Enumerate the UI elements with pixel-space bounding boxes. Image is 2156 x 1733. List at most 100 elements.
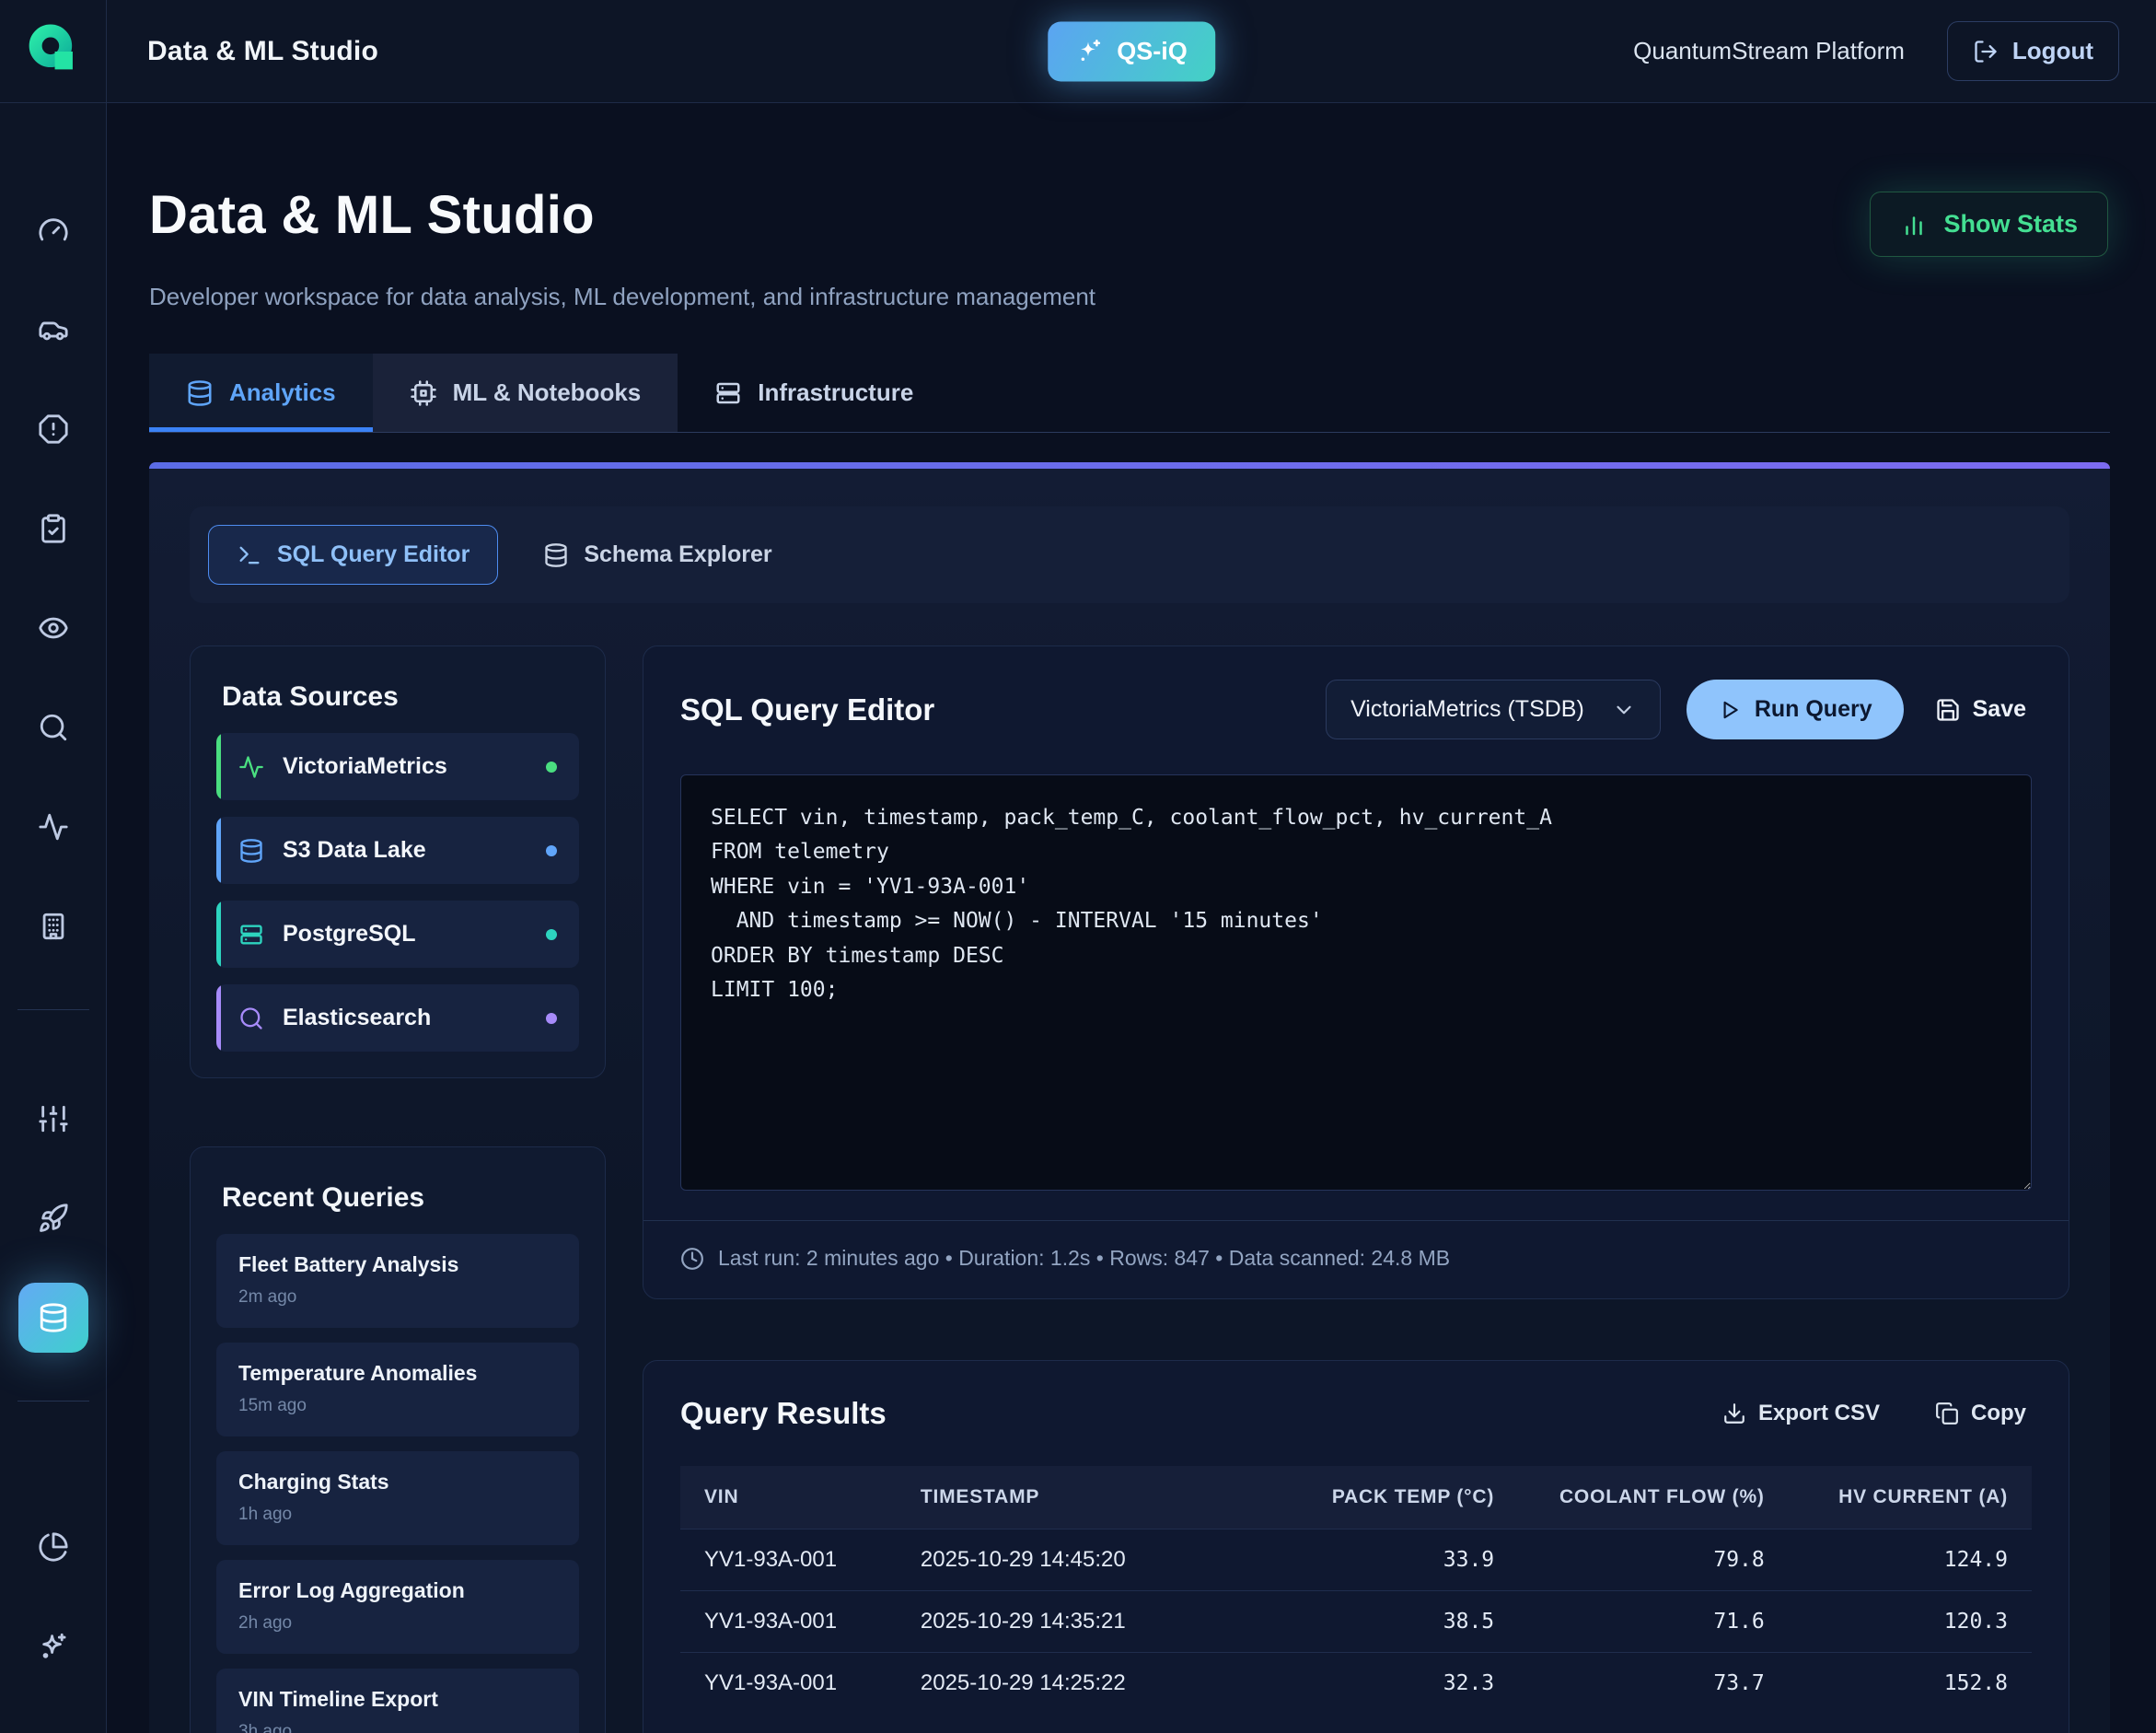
- tab-label: Infrastructure: [758, 378, 913, 407]
- recent-query-time: 2h ago: [238, 1613, 557, 1634]
- query-results-panel: Query Results Export CSV Copy: [643, 1360, 2069, 1733]
- save-query-button[interactable]: Save: [1930, 695, 2032, 724]
- data-source-postgresql[interactable]: PostgreSQL: [216, 901, 579, 968]
- copy-results-button[interactable]: Copy: [1930, 1400, 2032, 1427]
- brand-logo: [0, 0, 107, 102]
- hero-row: Data & ML Studio Show Stats: [149, 184, 2110, 257]
- show-stats-button[interactable]: Show Stats: [1870, 192, 2108, 257]
- sidebar-item-controls[interactable]: [18, 1084, 88, 1154]
- chevron-down-icon: [1612, 698, 1636, 722]
- query-status-text: Last run: 2 minutes ago • Duration: 1.2s…: [718, 1246, 1450, 1271]
- export-csv-button[interactable]: Export CSV: [1717, 1400, 1885, 1427]
- recent-query-name: VIN Timeline Export: [238, 1687, 557, 1712]
- recent-query-time: 15m ago: [238, 1396, 557, 1416]
- play-icon: [1718, 698, 1742, 722]
- tab-bar: Analytics ML & Notebooks Infrastructure: [149, 354, 2110, 433]
- column-header-pack-temp: PACK TEMP (°C): [1261, 1466, 1518, 1529]
- server-icon: [238, 922, 264, 948]
- export-csv-label: Export CSV: [1758, 1401, 1880, 1426]
- recent-query-name: Temperature Anomalies: [238, 1361, 557, 1386]
- save-icon: [1935, 697, 1961, 723]
- sidebar-item-alerts[interactable]: [18, 394, 88, 464]
- right-column: SQL Query Editor VictoriaMetrics (TSDB) …: [643, 646, 2069, 1733]
- sql-editor-controls: VictoriaMetrics (TSDB) Run Query Save: [1326, 680, 2032, 739]
- sidebar-item-dashboard[interactable]: [18, 195, 88, 265]
- eye-icon: [38, 612, 69, 644]
- tab-analytics[interactable]: Analytics: [149, 354, 373, 432]
- sidebar-item-tasks[interactable]: [18, 494, 88, 564]
- query-status-bar: Last run: 2 minutes ago • Duration: 1.2s…: [643, 1220, 2069, 1298]
- sidebar-item-assistant[interactable]: [18, 1611, 88, 1681]
- sidebar-item-facilities[interactable]: [18, 891, 88, 961]
- cell-vin: YV1-93A-001: [680, 1591, 897, 1653]
- logout-label: Logout: [2012, 37, 2093, 65]
- cell-timestamp: 2025-10-29 14:45:20: [897, 1529, 1261, 1591]
- sql-editor-panel: SQL Query Editor VictoriaMetrics (TSDB) …: [643, 646, 2069, 1299]
- data-source-elasticsearch[interactable]: Elasticsearch: [216, 984, 579, 1052]
- save-label: Save: [1973, 696, 2026, 723]
- recent-query-item[interactable]: VIN Timeline Export 3h ago: [216, 1669, 579, 1733]
- database-icon: [543, 542, 569, 568]
- query-results-title: Query Results: [680, 1396, 887, 1431]
- show-stats-label: Show Stats: [1943, 210, 2078, 238]
- sidebar-item-telemetry[interactable]: [18, 792, 88, 862]
- cell-coolant-flow: 73.7: [1518, 1653, 1789, 1715]
- tab-ml-notebooks[interactable]: ML & Notebooks: [373, 354, 678, 432]
- tab-label: Analytics: [229, 378, 336, 407]
- database-icon: [38, 1302, 69, 1333]
- database-icon: [238, 838, 264, 864]
- sidebar-item-vehicles[interactable]: [18, 295, 88, 365]
- recent-query-name: Fleet Battery Analysis: [238, 1252, 557, 1277]
- cell-vin: YV1-93A-001: [680, 1653, 897, 1715]
- data-source-s3-data-lake[interactable]: S3 Data Lake: [216, 817, 579, 884]
- datasource-select[interactable]: VictoriaMetrics (TSDB): [1326, 680, 1661, 739]
- activity-icon: [238, 754, 264, 780]
- tab-infrastructure[interactable]: Infrastructure: [678, 354, 950, 432]
- clipboard-check-icon: [38, 513, 69, 544]
- sparkles-icon: [1075, 38, 1103, 65]
- recent-query-item[interactable]: Temperature Anomalies 15m ago: [216, 1343, 579, 1436]
- top-bar-right: QuantumStream Platform Logout: [1633, 21, 2156, 81]
- sql-query-editor-toggle[interactable]: SQL Query Editor: [208, 525, 498, 585]
- sidebar-item-analytics[interactable]: [18, 1512, 88, 1582]
- data-source-name: Elasticsearch: [283, 1005, 431, 1031]
- table-row: YV1-93A-001 2025-10-29 14:45:20 33.9 79.…: [680, 1529, 2032, 1591]
- status-dot: [546, 845, 557, 856]
- page-title: Data & ML Studio: [149, 184, 595, 246]
- sql-code-editor[interactable]: SELECT vin, timestamp, pack_temp_C, cool…: [680, 774, 2032, 1191]
- sidebar-item-monitoring[interactable]: [18, 593, 88, 663]
- logout-button[interactable]: Logout: [1947, 21, 2119, 81]
- sidebar-item-deployments[interactable]: [18, 1183, 88, 1253]
- clock-icon: [680, 1247, 704, 1271]
- logout-icon: [1973, 39, 1999, 64]
- editor-columns: Data Sources VictoriaMetrics S3 Data Lak…: [190, 646, 2069, 1733]
- sparkles-icon: [38, 1631, 69, 1662]
- recent-queries-panel: Recent Queries Fleet Battery Analysis 2m…: [190, 1146, 606, 1733]
- cell-pack-temp: 32.3: [1261, 1653, 1518, 1715]
- download-icon: [1722, 1402, 1746, 1425]
- run-query-button[interactable]: Run Query: [1687, 680, 1904, 739]
- cell-hv-current: 120.3: [1789, 1591, 2032, 1653]
- recent-queries-title: Recent Queries: [222, 1182, 579, 1214]
- recent-query-item[interactable]: Error Log Aggregation 2h ago: [216, 1560, 579, 1654]
- data-source-name: VictoriaMetrics: [283, 753, 447, 780]
- recent-query-name: Error Log Aggregation: [238, 1578, 557, 1603]
- table-row: YV1-93A-001 2025-10-29 14:35:21 38.5 71.…: [680, 1591, 2032, 1653]
- recent-query-item[interactable]: Fleet Battery Analysis 2m ago: [216, 1234, 579, 1328]
- cell-hv-current: 124.9: [1789, 1529, 2032, 1591]
- activity-icon: [38, 811, 69, 843]
- recent-query-time: 3h ago: [238, 1722, 557, 1733]
- car-icon: [38, 314, 69, 345]
- sidebar-item-search[interactable]: [18, 692, 88, 762]
- cell-vin: YV1-93A-001: [680, 1529, 897, 1591]
- qsiq-button[interactable]: QS-iQ: [1048, 21, 1215, 81]
- schema-explorer-toggle[interactable]: Schema Explorer: [515, 525, 800, 585]
- copy-results-label: Copy: [1971, 1401, 2026, 1426]
- recent-query-item[interactable]: Charging Stats 1h ago: [216, 1451, 579, 1545]
- database-icon: [186, 379, 214, 407]
- datasource-selected-value: VictoriaMetrics (TSDB): [1350, 696, 1584, 723]
- sidebar-item-data-studio[interactable]: [18, 1283, 88, 1353]
- data-source-victoriametrics[interactable]: VictoriaMetrics: [216, 733, 579, 800]
- alert-octagon-icon: [38, 413, 69, 445]
- column-header-coolant-flow: COOLANT FLOW (%): [1518, 1466, 1789, 1529]
